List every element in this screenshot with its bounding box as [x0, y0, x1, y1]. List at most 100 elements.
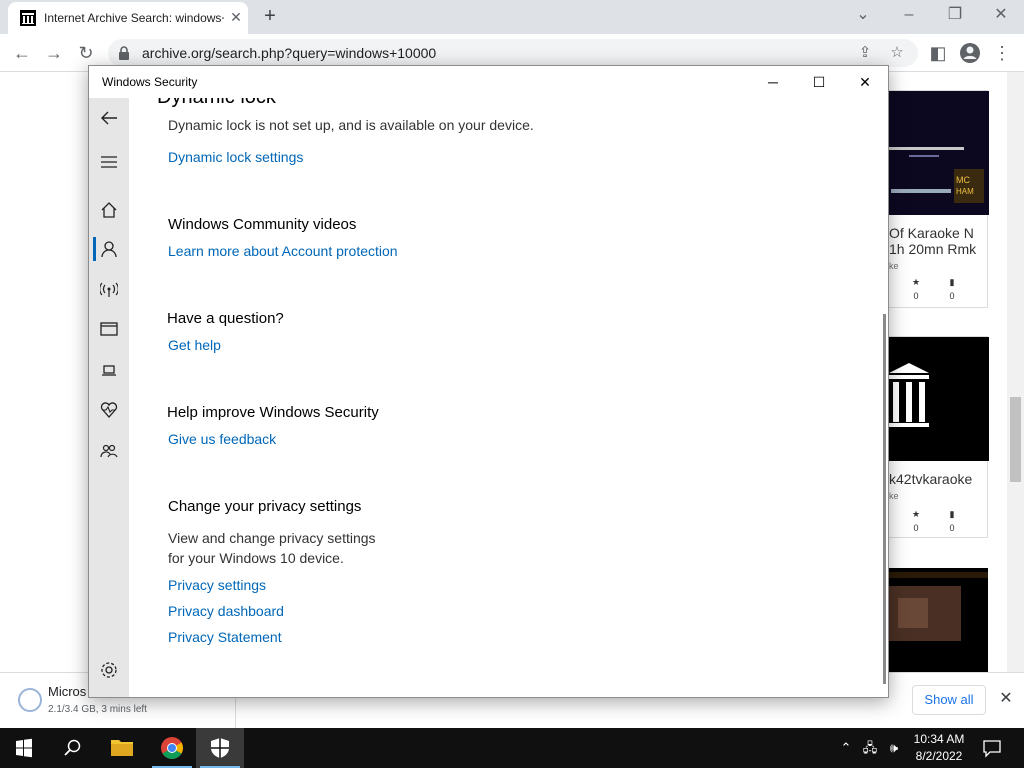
volume-icon[interactable]: 🕪 [884, 738, 904, 758]
close-download-bar-icon[interactable]: ✕ [996, 689, 1016, 709]
result-thumbnail[interactable] [878, 568, 988, 672]
download-status: 2.1/3.4 GB, 3 mins left [48, 704, 147, 715]
hamburger-icon [101, 156, 117, 168]
notifications-icon[interactable] [980, 738, 1004, 758]
page-scrollbar[interactable] [1007, 72, 1024, 672]
nav-device-security[interactable] [93, 354, 125, 386]
search-result-card[interactable] [878, 568, 988, 672]
laptop-icon [102, 365, 116, 376]
internet-archive-favicon-icon [20, 10, 36, 26]
reviews-comment-icon: ▮ [949, 509, 955, 519]
clock-time: 10:34 AM [913, 732, 965, 746]
privacy-dashboard-link[interactable]: Privacy dashboard [168, 603, 284, 619]
content-scrollbar[interactable] [883, 314, 886, 684]
home-icon [101, 202, 117, 218]
windows-security-window: Windows Security ─ ☐ ✕ Dynamic lock is n… [88, 65, 889, 698]
result-subtitle: ke [889, 261, 899, 271]
tab-close-icon[interactable]: ✕ [228, 9, 244, 25]
privacy-settings-link[interactable]: Privacy settings [168, 577, 266, 593]
nav-settings[interactable] [93, 654, 125, 686]
gear-icon [101, 662, 117, 678]
nav-family-options[interactable] [93, 435, 125, 467]
nav-account-protection[interactable] [93, 233, 125, 265]
share-icon[interactable]: ⇪ [854, 42, 876, 64]
browser-tab[interactable]: Internet Archive Search: windows+10000 ✕ [8, 2, 248, 34]
result-thumbnail[interactable]: MC HAM [879, 91, 989, 215]
partial-heading: Dynamic lock [157, 98, 276, 109]
tab-title: Internet Archive Search: windows+10000 [44, 11, 224, 25]
file-explorer-button[interactable] [98, 728, 146, 768]
browser-close-button[interactable]: ✕ [986, 4, 1016, 26]
bookmark-star-icon[interactable]: ☆ [886, 42, 908, 64]
family-icon [100, 444, 118, 458]
browser-restore-button[interactable]: ❐ [940, 4, 970, 26]
windows-security-taskbar-button[interactable] [196, 728, 244, 768]
show-all-button[interactable]: Show all [912, 685, 986, 715]
nav-firewall-network[interactable] [93, 274, 125, 306]
privacy-statement-link[interactable]: Privacy Statement [168, 629, 282, 645]
chrome-taskbar-button[interactable] [148, 728, 196, 768]
shield-icon [211, 738, 229, 758]
back-button[interactable] [93, 102, 125, 134]
security-nav-rail [89, 98, 129, 697]
close-button[interactable]: ✕ [842, 66, 888, 98]
favorites-star-icon: ★ [911, 509, 921, 519]
nav-device-performance-health[interactable] [93, 394, 125, 426]
result-title-line1[interactable]: k42tvkaraoke [889, 471, 972, 487]
help-improve-heading: Help improve Windows Security [167, 404, 379, 421]
heart-pulse-icon [100, 402, 118, 418]
chrome-tab-strip: Internet Archive Search: windows+10000 ✕… [0, 0, 1024, 34]
forward-arrow-icon[interactable]: → [42, 41, 66, 65]
chrome-menu-icon[interactable]: ⋮ [990, 41, 1014, 65]
reload-icon[interactable]: ↻ [74, 41, 98, 65]
system-clock[interactable]: 10:34 AM 8/2/2022 [902, 731, 976, 765]
profile-avatar-icon[interactable] [958, 41, 982, 65]
show-hidden-icons-chevron-icon[interactable]: ⌃ [836, 738, 856, 758]
reviews-count: 0 [949, 523, 955, 533]
dynamic-lock-settings-link[interactable]: Dynamic lock settings [168, 149, 303, 165]
file-icon [18, 688, 42, 712]
get-help-link[interactable]: Get help [168, 337, 221, 353]
result-title-line2[interactable]: 1h 20mn Rmk [889, 241, 976, 257]
windows-logo-icon [16, 738, 32, 758]
tab-search-icon[interactable]: ⌄ [848, 4, 878, 26]
search-button[interactable] [48, 728, 96, 768]
give-feedback-link[interactable]: Give us feedback [168, 431, 276, 447]
antenna-icon [100, 282, 118, 297]
result-thumbnail[interactable] [879, 337, 989, 461]
favorites-count: 0 [913, 291, 919, 301]
have-a-question-heading: Have a question? [167, 310, 284, 327]
clock-date: 8/2/2022 [915, 749, 963, 763]
side-panel-icon[interactable]: ◧ [926, 41, 950, 65]
person-icon [101, 241, 117, 258]
new-tab-button[interactable]: + [260, 6, 280, 26]
nav-app-browser-control[interactable] [93, 313, 125, 345]
folder-icon [111, 740, 133, 756]
page-scrollbar-thumb[interactable] [1010, 397, 1021, 482]
network-icon[interactable]: 🖧 [860, 738, 880, 758]
favorites-star-icon: ★ [911, 277, 921, 287]
browser-minimize-button[interactable]: – [894, 4, 924, 26]
archive-building-icon [879, 337, 989, 461]
svg-text:MC: MC [956, 175, 970, 185]
account-protection-learn-more-link[interactable]: Learn more about Account protection [168, 243, 398, 259]
lock-icon [119, 46, 129, 60]
search-result-card[interactable]: MC HAM Of Karaoke N 1h 20mn Rmk ke ★ 0 ▮… [878, 90, 989, 308]
address-bar[interactable]: archive.org/search.php?query=windows+100… [108, 39, 918, 67]
browser-window-icon [100, 322, 118, 336]
window-title: Windows Security [102, 75, 198, 89]
download-file-name: Micros [48, 684, 87, 699]
privacy-description-line2: for your Windows 10 device. [168, 550, 344, 566]
desktop-screen: Internet Archive Search: windows+10000 ✕… [0, 0, 1024, 768]
window-titlebar[interactable]: Windows Security ─ ☐ ✕ [89, 66, 888, 98]
start-button[interactable] [0, 728, 48, 768]
search-result-card[interactable]: k42tvkaraoke ke ★ 0 ▮ 0 [878, 336, 989, 538]
nav-home[interactable] [93, 194, 125, 226]
maximize-button[interactable]: ☐ [796, 66, 842, 98]
hamburger-menu-button[interactable] [93, 146, 125, 178]
result-title-line1[interactable]: Of Karaoke N [889, 225, 974, 241]
minimize-button[interactable]: ─ [750, 66, 796, 98]
back-arrow-icon[interactable]: ← [10, 41, 34, 65]
svg-text:HAM: HAM [956, 187, 974, 196]
privacy-description-line1: View and change privacy settings [168, 530, 376, 546]
